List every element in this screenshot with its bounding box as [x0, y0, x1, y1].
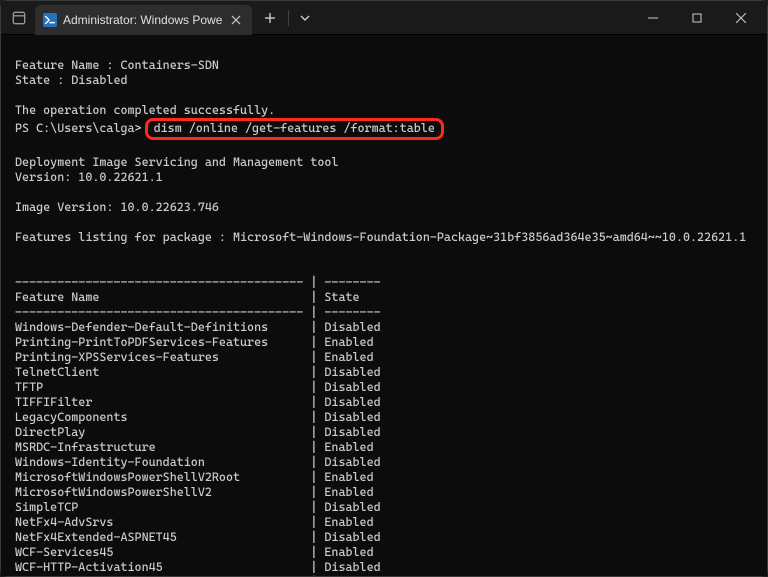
tab-title: Administrator: Windows Powe: [63, 13, 222, 27]
maximize-button[interactable]: [675, 3, 719, 33]
table-row: Windows-Defender-Default-Definitions | D…: [15, 320, 753, 335]
prompt-line: PS C:\Users\calga> dism /online /get-fea…: [15, 118, 753, 140]
tab-divider: [288, 10, 289, 26]
tab-close-button[interactable]: [228, 12, 244, 28]
out-line: Features listing for package : Microsoft…: [15, 230, 753, 245]
table-rule: ----------------------------------------…: [15, 275, 753, 290]
title-bar: Administrator: Windows Powe: [1, 1, 767, 35]
app-menu-icon[interactable]: [7, 6, 31, 30]
table-row: TelnetClient | Disabled: [15, 365, 753, 380]
table-row: WCF-Services45 | Enabled: [15, 545, 753, 560]
table-row: MicrosoftWindowsPowerShellV2Root | Enabl…: [15, 470, 753, 485]
minimize-button[interactable]: [631, 3, 675, 33]
table-row: DirectPlay | Disabled: [15, 425, 753, 440]
out-line: Version: 10.0.22621.1: [15, 170, 753, 185]
out-line: Image Version: 10.0.22623.746: [15, 200, 753, 215]
table-row: WCF-TCP-Activation45 | Disabled: [15, 575, 753, 576]
table-row: Printing-PrintToPDFServices-Features | E…: [15, 335, 753, 350]
prompt: PS C:\Users\calga>: [15, 121, 149, 135]
table-row: WCF-HTTP-Activation45 | Disabled: [15, 560, 753, 575]
table-row: Windows-Identity-Foundation | Disabled: [15, 455, 753, 470]
terminal-output[interactable]: Feature Name : Containers-SDNState : Dis…: [1, 35, 767, 576]
blank-line: [15, 88, 753, 103]
close-button[interactable]: [719, 3, 763, 33]
blank-line: [15, 245, 753, 260]
tab-dropdown-button[interactable]: [293, 4, 317, 32]
table-row: MSRDC-Infrastructure | Enabled: [15, 440, 753, 455]
table-header: Feature Name | State: [15, 290, 753, 305]
table-row: TIFFIFilter | Disabled: [15, 395, 753, 410]
table-row: LegacyComponents | Disabled: [15, 410, 753, 425]
out-line: The operation completed successfully.: [15, 103, 753, 118]
table-row: Printing-XPSServices-Features | Enabled: [15, 350, 753, 365]
table-row: MicrosoftWindowsPowerShellV2 | Enabled: [15, 485, 753, 500]
out-line: Feature Name : Containers-SDN: [15, 58, 753, 73]
table-row: SimpleTCP | Disabled: [15, 500, 753, 515]
table-row: NetFx4Extended-ASPNET45 | Disabled: [15, 530, 753, 545]
out-line: Deployment Image Servicing and Managemen…: [15, 155, 753, 170]
blank-line: [15, 140, 753, 155]
table-rule: ----------------------------------------…: [15, 305, 753, 320]
new-tab-button[interactable]: [256, 4, 284, 32]
table-row: TFTP | Disabled: [15, 380, 753, 395]
window-controls: [631, 3, 763, 33]
table-row: NetFx4-AdvSrvs | Enabled: [15, 515, 753, 530]
blank-line: [15, 215, 753, 230]
out-line: State : Disabled: [15, 73, 753, 88]
powershell-icon: [43, 13, 57, 27]
tab-powershell[interactable]: Administrator: Windows Powe: [35, 5, 252, 35]
blank-line: [15, 260, 753, 275]
blank-line: [15, 185, 753, 200]
titlebar-left: Administrator: Windows Powe: [5, 1, 317, 34]
blank-line: [15, 43, 753, 58]
highlighted-command: dism /online /get-features /format:table: [145, 118, 444, 140]
